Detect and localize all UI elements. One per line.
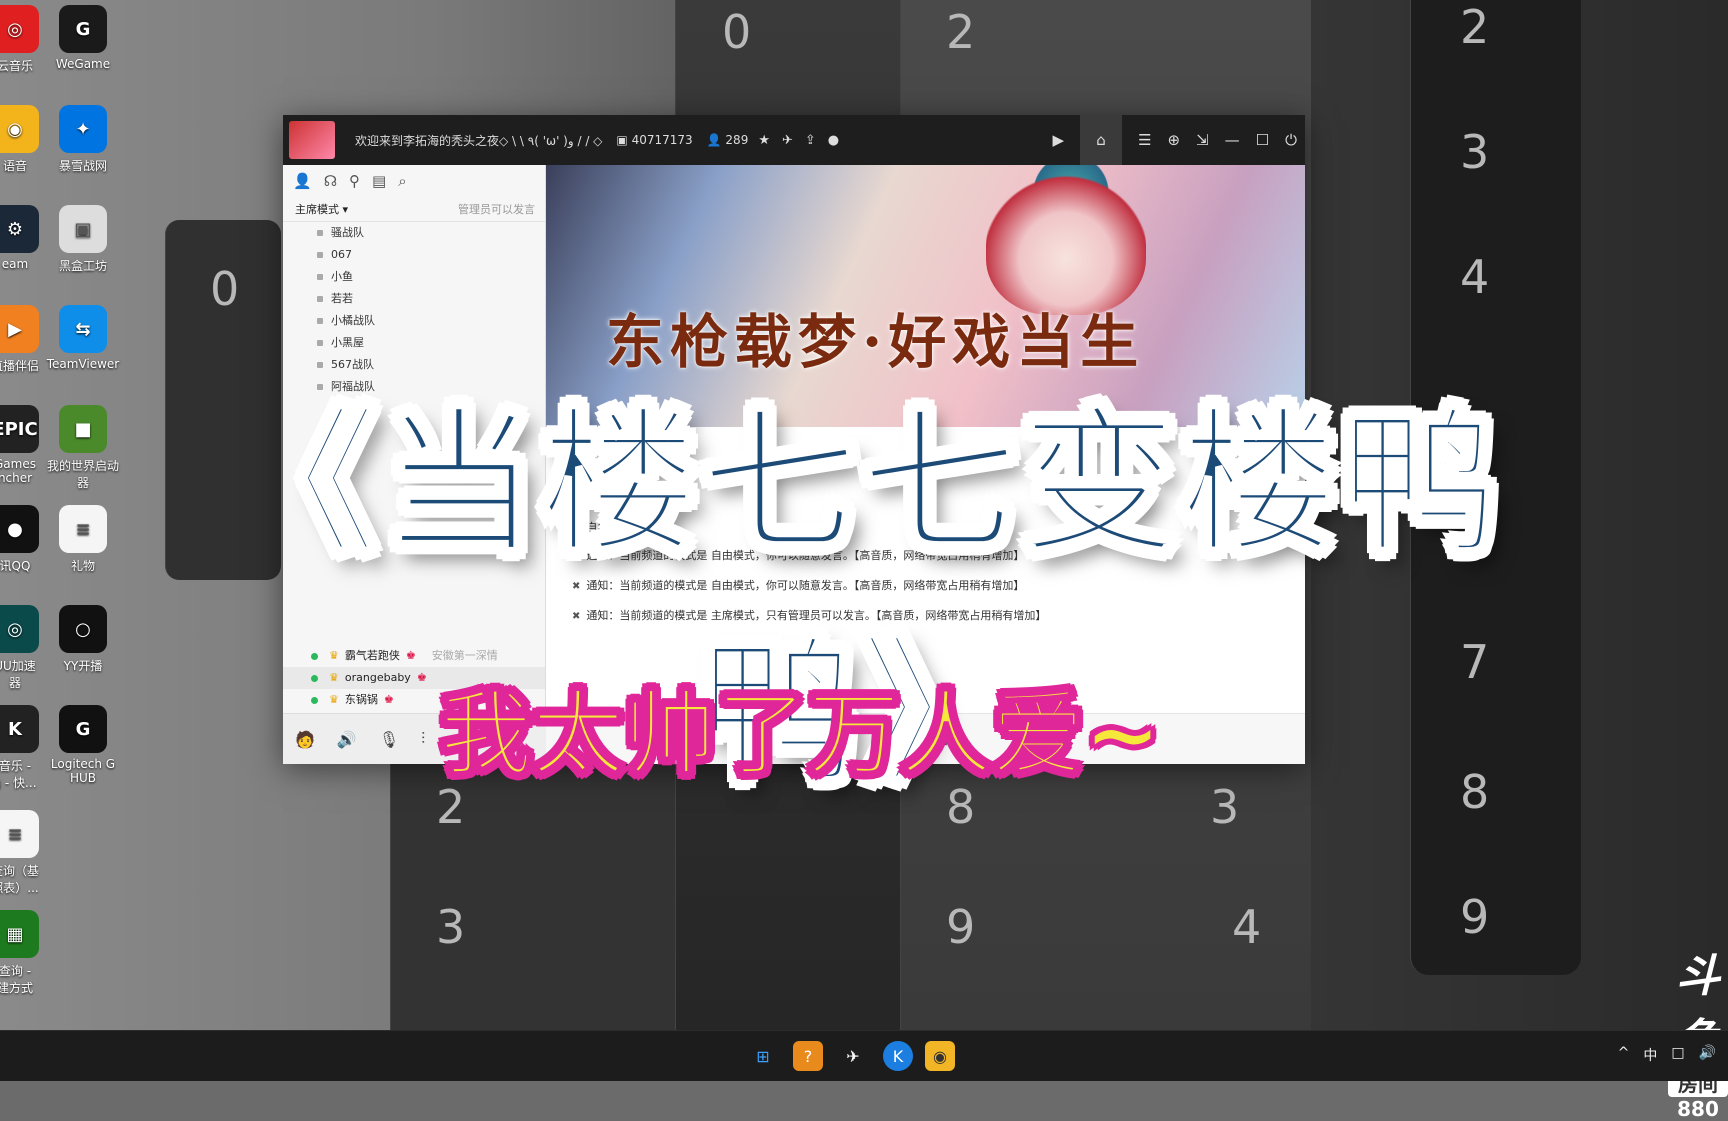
desktop-shortcut-label: 黑盒工坊 <box>58 259 107 273</box>
channel-item[interactable]: 小橘战队 <box>283 310 545 332</box>
video-icon[interactable]: ▶ <box>1053 131 1065 149</box>
green-app-icon: ▦ <box>0 910 39 958</box>
download-icon[interactable]: ⇲ <box>1196 131 1209 149</box>
maximize-icon[interactable]: ☐ <box>1256 131 1269 149</box>
location-icon[interactable]: ⚲ <box>349 172 360 190</box>
doc-icon: ≡ <box>0 810 39 858</box>
qq-icon: ● <box>0 505 39 553</box>
watermark-number: 880 <box>1677 1097 1719 1121</box>
app-plane-icon[interactable]: ✈ <box>838 1041 868 1071</box>
desktop-shortcut-label: 查询（基 照表）... <box>0 864 39 895</box>
wegame-icon: G <box>59 5 107 53</box>
display-icon[interactable]: □ <box>1671 1045 1684 1065</box>
search-icon[interactable]: ⌕ <box>398 172 406 190</box>
window-titlebar[interactable]: 欢迎来到李拓海的秃头之夜◇ \ \ ٩( 'ω' )و / / ◇ ▣ 4071… <box>283 115 1305 165</box>
app-orange-icon[interactable]: ? <box>793 1041 823 1071</box>
kugou-icon[interactable]: K <box>883 1041 913 1071</box>
home-icon[interactable]: ⌂ <box>1080 115 1123 165</box>
desktop-shortcut-label: 查询 - 建方式 <box>0 964 33 995</box>
plane-icon[interactable]: ✈ <box>782 133 793 148</box>
info-icon[interactable]: ● <box>828 133 839 148</box>
video-caption-sub: 我太帅了万人爱~ <box>439 680 1162 789</box>
wallpaper-digit: 9 <box>946 900 976 954</box>
desktop-shortcut[interactable]: G WeGame <box>38 5 128 71</box>
user-icon[interactable]: 👤 <box>293 172 312 190</box>
channel-item[interactable]: 小鱼 <box>283 266 545 288</box>
desktop-shortcut[interactable]: ▦ 查询 - 建方式 <box>0 910 60 996</box>
room-id-value: 40717173 <box>631 133 693 147</box>
uu-icon: ◎ <box>0 605 39 653</box>
minimize-icon[interactable]: — <box>1225 131 1240 149</box>
wallpaper-digit: 9 <box>1460 890 1490 944</box>
gamepad-icon[interactable]: ⊕ <box>1168 131 1181 149</box>
wallpaper-digit: 2 <box>946 5 976 59</box>
yy-voice-icon[interactable]: ◉ <box>925 1041 955 1071</box>
voice-icon: ◉ <box>0 105 39 153</box>
steam-icon: ⚙ <box>0 205 39 253</box>
room-title: 欢迎来到李拓海的秃头之夜◇ \ \ ٩( 'ω' )و / / ◇ <box>355 133 603 148</box>
list-icon[interactable]: ☰ <box>1138 131 1151 149</box>
channel-item[interactable]: 067 <box>283 244 545 266</box>
battlenet-icon: ✦ <box>59 105 107 153</box>
tray-expand-icon[interactable]: ^ <box>1618 1045 1630 1065</box>
sidebar-toolbar: 👤 ☊ ⚲ ▤ ⌕ <box>283 165 545 197</box>
mode-row: 主席模式 ▾ 管理员可以发言 <box>283 197 545 222</box>
wallpaper-digit: 2 <box>1460 0 1490 54</box>
room-avatar[interactable] <box>289 121 335 159</box>
mode-select[interactable]: 主席模式 ▾ <box>295 201 348 217</box>
board-icon[interactable]: ▤ <box>372 172 386 190</box>
desktop-shortcut[interactable]: ≡ 查询（基 照表）... <box>0 810 60 896</box>
room-id: ▣ 40717173 <box>616 133 693 147</box>
windows-start-icon[interactable]: ⊞ <box>748 1041 778 1071</box>
star-icon[interactable]: ★ <box>758 133 770 148</box>
share-icon[interactable]: ⇪ <box>805 133 816 148</box>
viewer-count: 👤 289 <box>706 133 749 147</box>
banner-art <box>986 175 1146 315</box>
viewer-count-value: 289 <box>725 133 749 147</box>
mode-hint: 管理员可以发言 <box>458 203 535 216</box>
teamviewer-icon: ⇆ <box>59 305 107 353</box>
taskbar: ⊞ ? ✈ K ◉ ^ 中 □ 🔊 <box>0 1030 1728 1081</box>
desktop-shortcut[interactable]: ▣ 黑盒工坊 <box>38 205 128 274</box>
channel-item[interactable]: 小黑屋 <box>283 332 545 354</box>
desktop-shortcut-label: 暴雪战网 <box>58 159 107 173</box>
wallpaper-digit: 0 <box>722 5 752 59</box>
music-app-icon: K <box>0 705 39 753</box>
epic-icon: EPIC <box>0 405 39 453</box>
wallpaper-digit: 0 <box>210 262 240 316</box>
desktop-shortcut-label: WeGame <box>55 57 111 71</box>
wallpaper-digit: 3 <box>1460 125 1490 179</box>
channel-item[interactable]: 骚战队 <box>283 222 545 244</box>
wallpaper-digit: 3 <box>436 900 466 954</box>
desktop-shortcut[interactable]: ✦ 暴雪战网 <box>38 105 128 174</box>
heihe-icon: ▣ <box>59 205 107 253</box>
channel-item[interactable]: 若若 <box>283 288 545 310</box>
power-icon[interactable]: ⏻ <box>1285 131 1297 149</box>
input-method[interactable]: 中 <box>1643 1045 1657 1065</box>
netease-music-icon: ◎ <box>0 5 39 53</box>
volume-icon[interactable]: 🔊 <box>1699 1045 1716 1065</box>
live-companion-icon: ▶ <box>0 305 39 353</box>
wallpaper-digit: 4 <box>1232 900 1262 954</box>
system-tray: ^ 中 □ 🔊 <box>1618 1045 1716 1065</box>
wallpaper-digit: 4 <box>1460 250 1490 304</box>
headset-icon[interactable]: ☊ <box>324 172 337 190</box>
